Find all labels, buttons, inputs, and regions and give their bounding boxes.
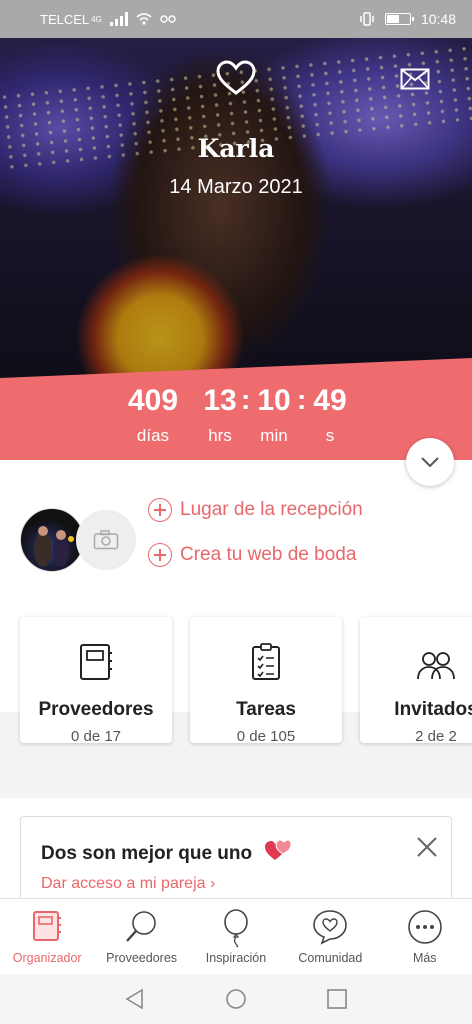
countdown-seconds: 49 s	[313, 384, 347, 445]
vibrate-icon	[360, 12, 374, 26]
checklist-icon	[252, 643, 280, 680]
countdown-days: 409 días	[127, 384, 179, 445]
invite-title: Dos son mejor que uno	[41, 843, 253, 864]
tab-community[interactable]: Comunidad	[283, 899, 377, 975]
chevron-down-icon	[421, 457, 439, 468]
tab-organizer[interactable]: Organizador	[0, 899, 94, 975]
tab-label: Comunidad	[298, 951, 363, 965]
wedding-website-label: Crea tu web de boda	[180, 544, 357, 565]
card-tasks[interactable]: Tareas 0 de 105	[190, 617, 342, 745]
card-count: 0 de 105	[236, 728, 296, 745]
card-title: Proveedores	[38, 699, 154, 720]
carrier-label: TELCEL	[40, 11, 90, 27]
link-icon	[160, 15, 176, 23]
community-icon	[313, 910, 348, 945]
network-type: 4G	[91, 14, 102, 24]
reception-venue-link[interactable]: Lugar de la recepción	[148, 498, 363, 522]
tab-inspiration[interactable]: Inspiración	[189, 899, 283, 975]
hearts-icon	[265, 839, 292, 860]
card-title: Tareas	[236, 699, 296, 720]
back-icon[interactable]	[124, 988, 146, 1010]
more-icon	[407, 910, 442, 944]
tab-more[interactable]: Más	[378, 899, 472, 975]
notebook-icon	[80, 644, 112, 680]
organizer-icon	[33, 911, 62, 941]
tab-label: Más	[412, 951, 437, 965]
battery-icon	[384, 13, 414, 25]
card-title: Invitados	[394, 699, 472, 720]
couple-name: Karla	[197, 134, 275, 163]
status-bar: TELCEL 4G 10:48	[0, 0, 472, 38]
bottom-tab-bar: Organizador Proveedores Inspiración Comu…	[0, 898, 472, 974]
countdown-hours: 13 hrs	[203, 384, 237, 445]
card-providers[interactable]: Proveedores 0 de 17	[20, 617, 172, 745]
tab-label: Organizador	[12, 951, 82, 965]
grant-access-link[interactable]: Dar acceso a mi pareja ›	[41, 875, 215, 893]
balloon-icon	[224, 909, 248, 947]
couple-avatar[interactable]	[20, 508, 84, 572]
tab-providers[interactable]: Proveedores	[94, 899, 188, 975]
tab-label: Inspiración	[205, 951, 267, 965]
add-photo-button[interactable]	[76, 510, 136, 570]
reception-venue-label: Lugar de la recepción	[180, 499, 363, 520]
wifi-icon	[136, 13, 152, 25]
card-guests[interactable]: Invitados 2 de 2	[360, 617, 472, 743]
system-nav-bar	[0, 974, 472, 1024]
countdown-separator: :	[297, 384, 307, 415]
heart-icon	[216, 60, 256, 95]
countdown-separator: :	[241, 384, 251, 415]
home-icon[interactable]	[225, 988, 247, 1010]
camera-icon	[93, 530, 119, 550]
recents-icon[interactable]	[326, 988, 348, 1010]
tab-label: Proveedores	[106, 951, 178, 965]
hero-cover-photo[interactable]: Karla 14 Marzo 2021	[0, 38, 472, 378]
plus-circle-icon	[148, 498, 172, 522]
wedding-date: 14 Marzo 2021	[169, 176, 303, 198]
invite-partner-card: Dos son mejor que uno Dar acceso a mi pa…	[20, 816, 452, 906]
signal-icon	[109, 12, 128, 26]
wedding-website-link[interactable]: Crea tu web de boda	[148, 543, 356, 567]
card-count: 2 de 2	[415, 728, 457, 743]
countdown-minutes: 10 min	[257, 384, 291, 445]
status-time: 10:48	[420, 11, 456, 27]
expand-toggle-button[interactable]	[406, 438, 454, 486]
close-icon[interactable]	[415, 835, 439, 859]
plus-circle-icon	[148, 543, 172, 567]
guests-icon	[417, 652, 455, 680]
mail-icon[interactable]	[400, 68, 430, 90]
search-icon	[125, 911, 156, 942]
card-count: 0 de 17	[70, 728, 122, 745]
